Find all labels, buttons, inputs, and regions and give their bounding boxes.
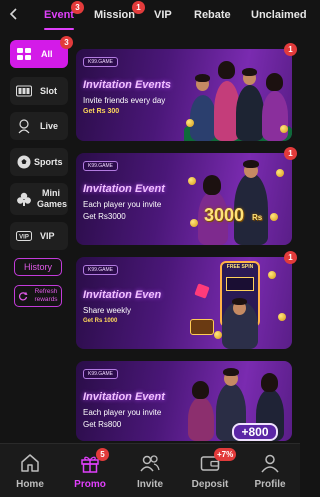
- sidebar-item-live[interactable]: Live: [10, 112, 68, 140]
- card-title: Invitation Events: [83, 79, 172, 91]
- card-badge: 1: [284, 43, 297, 56]
- card-reward: Get Rs3000: [83, 212, 126, 221]
- card-title: Invitation Even: [83, 289, 162, 301]
- nav-label: Profile: [254, 479, 286, 490]
- card-subtitle: Share weekly: [83, 306, 132, 315]
- vip-icon: VIP: [16, 231, 32, 241]
- sidebar-item-label: All: [41, 49, 53, 59]
- card-art-sign: FREE SPIN: [226, 264, 254, 270]
- card-subtitle: Each player you invite: [83, 200, 162, 209]
- card-logo: K99.GAME: [83, 161, 119, 171]
- card-art-unit: Rs: [252, 213, 263, 222]
- card-badge: 1: [284, 147, 297, 160]
- card-art-number: 3000: [204, 205, 245, 225]
- users-icon: [140, 455, 160, 472]
- card-subtitle: Invite friends every day: [83, 96, 166, 105]
- nav-label: Promo: [74, 479, 106, 490]
- card-reward: Get Rs 300: [83, 108, 120, 115]
- card-art-number: +800: [232, 423, 278, 441]
- nav-label: Deposit: [191, 479, 229, 490]
- dice-icon: [194, 283, 210, 299]
- card-logo: K99.GAME: [83, 57, 119, 67]
- nav-home[interactable]: Home: [0, 444, 60, 497]
- refresh-icon: [18, 291, 28, 301]
- card-illustration: 3000 Rs: [184, 153, 292, 245]
- tab-rebate[interactable]: Rebate: [194, 9, 231, 21]
- sidebar-all-badge: 3: [60, 36, 73, 49]
- sidebar-item-label: Mini Games: [37, 188, 68, 209]
- top-tab-bar: Event 3 Mission 1 VIP Rebate Unclaimed: [0, 0, 307, 30]
- chevron-left-icon[interactable]: [6, 6, 22, 22]
- refresh-rewards-label: Refresh rewards: [34, 288, 58, 303]
- event-card[interactable]: K99.GAME Invitation Event Each player yo…: [76, 153, 292, 245]
- nav-invite[interactable]: Invite: [120, 444, 180, 497]
- tab-mission-badge: 1: [132, 1, 145, 14]
- sidebar-item-mini-games[interactable]: Mini Games: [10, 183, 68, 215]
- bottom-navigation: Home Promo 5 Invite Deposit +7% Profile: [0, 443, 300, 497]
- card-illustration: FREE SPIN: [184, 257, 292, 349]
- card-illustration: +800: [184, 361, 292, 441]
- card-title: Invitation Event: [83, 183, 165, 195]
- card-logo: K99.GAME: [83, 369, 119, 379]
- event-card[interactable]: K99.GAME Invitation Events Invite friend…: [76, 49, 292, 141]
- live-dealer-icon: [18, 119, 30, 134]
- nav-label: Home: [16, 479, 44, 490]
- card-illustration: [184, 49, 292, 141]
- deposit-bonus-badge: +7%: [214, 448, 237, 461]
- sidebar-item-label: VIP: [40, 231, 55, 241]
- sidebar-item-label: Slot: [40, 86, 57, 96]
- soccer-ball-icon: [17, 155, 31, 169]
- nav-profile[interactable]: Profile: [240, 444, 300, 497]
- history-button[interactable]: History: [14, 258, 62, 276]
- card-reward: Get Rs 1000: [83, 318, 118, 324]
- active-tab-indicator: [44, 28, 74, 30]
- slot-machine-icon: [16, 85, 32, 97]
- tab-mission[interactable]: Mission: [94, 9, 135, 21]
- refresh-rewards-button[interactable]: Refresh rewards: [14, 285, 62, 307]
- card-logo: K99.GAME: [83, 265, 119, 275]
- club-icon: [17, 192, 31, 206]
- nav-label: Invite: [136, 479, 164, 490]
- svg-text:VIP: VIP: [19, 235, 29, 241]
- event-card[interactable]: K99.GAME Invitation Event Each player yo…: [76, 361, 292, 441]
- card-badge: 1: [284, 251, 297, 264]
- tab-unclaimed[interactable]: Unclaimed: [251, 9, 307, 21]
- sidebar-item-slot[interactable]: Slot: [10, 77, 68, 105]
- user-icon: [261, 454, 279, 473]
- nav-promo[interactable]: Promo 5: [60, 444, 120, 497]
- sidebar-item-vip[interactable]: VIP VIP: [10, 222, 68, 250]
- home-icon: [21, 454, 39, 472]
- event-card[interactable]: K99.GAME Invitation Even Share weekly Ge…: [76, 257, 292, 349]
- grid-icon: [17, 48, 31, 60]
- tab-event-badge: 3: [71, 1, 84, 14]
- nav-deposit[interactable]: Deposit +7%: [180, 444, 240, 497]
- tab-event[interactable]: Event: [44, 9, 74, 21]
- sidebar-item-sports[interactable]: Sports: [10, 148, 68, 176]
- treasure-chest-icon: [190, 319, 214, 335]
- card-subtitle: Each player you invite: [83, 408, 162, 417]
- sidebar-item-label: Sports: [34, 157, 63, 167]
- card-title: Invitation Event: [83, 391, 165, 403]
- tab-vip[interactable]: VIP: [154, 9, 172, 21]
- card-reward: Get Rs800: [83, 420, 122, 429]
- sidebar-item-label: Live: [40, 121, 59, 131]
- promo-badge: 5: [96, 448, 109, 461]
